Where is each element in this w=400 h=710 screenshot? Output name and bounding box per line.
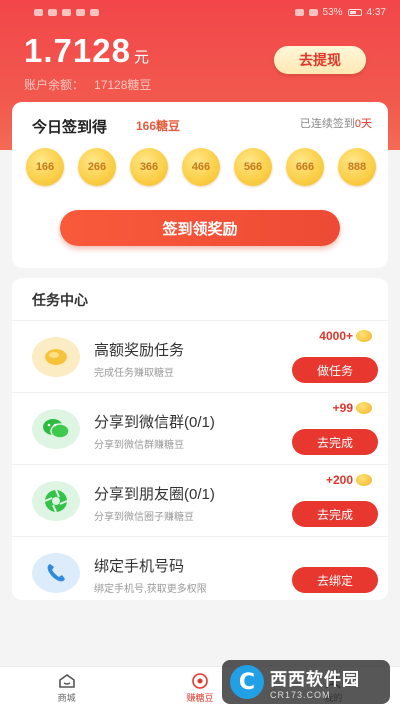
signin-reward: 166糖豆 xyxy=(136,119,181,133)
balance-unit: 元 xyxy=(133,49,149,66)
task-desc: 绑定手机号,获取更多权限 xyxy=(94,584,207,595)
watermark-logo: C xyxy=(230,665,264,699)
tab-mall[interactable]: 商城 xyxy=(27,673,107,704)
watermark-sub: CR173.COM xyxy=(270,689,331,700)
account-balance-line: 账户余额： 17128糖豆 xyxy=(24,76,151,93)
moments-icon xyxy=(32,481,80,521)
status-icons-right: 53% 4:37 xyxy=(294,6,386,18)
clock: 4:37 xyxy=(366,6,386,18)
day-coin-2: 266 xyxy=(78,148,116,186)
signin-title: 今日签到得 xyxy=(32,119,108,136)
task-row-moments: 分享到朋友圈(0/1) 分享到微信圈子赚糖豆 +200 去完成 xyxy=(12,464,388,536)
reward-coin-icon xyxy=(356,330,372,342)
battery-percent: 53% xyxy=(322,6,343,18)
task-list: 高额奖励任务 完成任务赚取糖豆 4000+ 做任务 分享到微信群(0/1) 分享… xyxy=(12,320,388,608)
day-coin-6: 666 xyxy=(286,148,324,186)
task-row-high-reward: 高额奖励任务 完成任务赚取糖豆 4000+ 做任务 xyxy=(12,320,388,392)
signin-button[interactable]: 签到领奖励 xyxy=(60,210,340,246)
coin-icon xyxy=(32,337,80,377)
day-coin-5: 566 xyxy=(234,148,272,186)
task-title: 分享到朋友圈(0/1) xyxy=(94,486,215,503)
task-desc: 分享到微信群赚糖豆 xyxy=(94,440,184,451)
balance-value: 1.7128 xyxy=(24,32,131,69)
task-title: 绑定手机号码 xyxy=(94,558,185,575)
app-icon xyxy=(90,8,99,16)
home-icon xyxy=(58,674,75,688)
complete-wechat-group-button[interactable]: 去完成 xyxy=(292,429,378,455)
signin-streak: 已连续签到0天 xyxy=(300,115,372,131)
task-center-card: 任务中心 高额奖励任务 完成任务赚取糖豆 4000+ 做任务 分享到微信群(0/… xyxy=(12,278,388,600)
task-reward: +99 xyxy=(333,401,372,415)
battery-icon xyxy=(347,8,362,16)
task-reward-value: 4000+ xyxy=(319,329,353,343)
watermark: C 西西软件园 CR173.COM xyxy=(222,660,390,704)
earn-icon xyxy=(192,673,208,689)
day-coin-7: 888 xyxy=(338,148,376,186)
day-coin-3: 366 xyxy=(130,148,168,186)
status-icons-left xyxy=(34,8,99,16)
balance-display: 1.7128 元 xyxy=(24,32,149,70)
task-title: 分享到微信群(0/1) xyxy=(94,414,215,431)
notification-icon xyxy=(76,8,85,16)
account-label: 账户余额： xyxy=(24,78,85,92)
vibrate-icon xyxy=(308,8,318,16)
task-row-bind-phone: 绑定手机号码 绑定手机号,获取更多权限 去绑定 xyxy=(12,536,388,608)
signal-icon xyxy=(48,8,57,16)
day-coin-4: 466 xyxy=(182,148,220,186)
task-desc: 分享到微信圈子赚糖豆 xyxy=(94,512,194,523)
task-reward: +200 xyxy=(326,473,372,487)
watermark-main: 西西软件园 xyxy=(270,669,360,689)
account-value: 17128糖豆 xyxy=(94,78,152,92)
tab-label: 赚糖豆 xyxy=(186,693,214,703)
status-bar: 53% 4:37 xyxy=(0,0,400,24)
signin-coin-row: 166 266 366 466 566 666 888 xyxy=(26,148,376,186)
task-row-wechat-group: 分享到微信群(0/1) 分享到微信群赚糖豆 +99 去完成 xyxy=(12,392,388,464)
watermark-text: 西西软件园 CR173.COM xyxy=(270,665,360,700)
bind-phone-button[interactable]: 去绑定 xyxy=(292,567,378,593)
task-title: 高额奖励任务 xyxy=(94,342,185,359)
reward-coin-icon xyxy=(356,474,372,486)
alarm-icon xyxy=(294,8,304,16)
phone-icon xyxy=(32,553,80,593)
wifi-icon xyxy=(62,8,71,16)
task-reward-value: +99 xyxy=(332,401,353,415)
reward-coin-icon xyxy=(356,402,372,414)
task-desc: 完成任务赚取糖豆 xyxy=(94,368,174,379)
task-center-title: 任务中心 xyxy=(32,292,88,308)
signin-card: 今日签到得 166糖豆 已连续签到0天 166 266 366 466 566 … xyxy=(12,102,388,268)
sim-icon xyxy=(34,8,43,16)
streak-label: 已连续签到 xyxy=(299,118,355,130)
day-coin-1: 166 xyxy=(26,148,64,186)
do-task-button[interactable]: 做任务 xyxy=(292,357,378,383)
streak-value: 0天 xyxy=(354,118,372,130)
task-reward-value: +200 xyxy=(325,473,353,487)
tab-label: 商城 xyxy=(57,693,76,703)
withdraw-button[interactable]: 去提现 xyxy=(274,46,366,74)
task-reward: 4000+ xyxy=(319,329,372,343)
wechat-icon xyxy=(32,409,80,449)
complete-moments-button[interactable]: 去完成 xyxy=(292,501,378,527)
